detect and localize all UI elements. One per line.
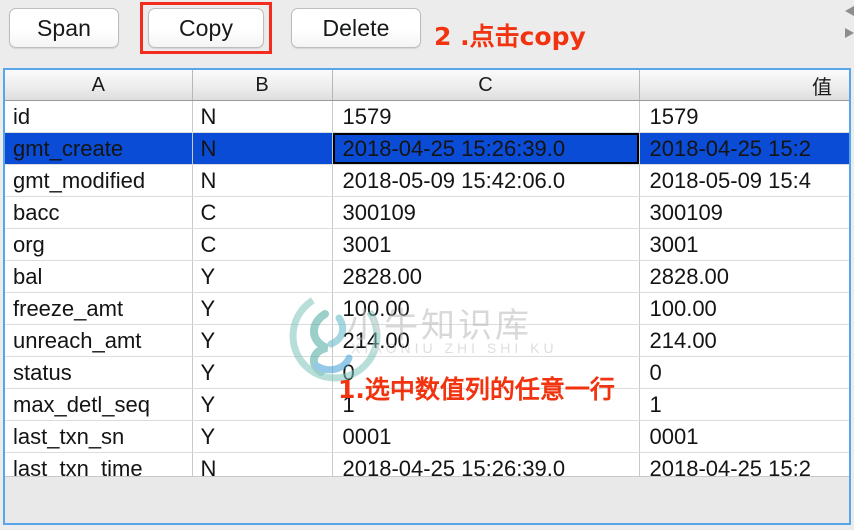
- cell-b[interactable]: N: [192, 132, 333, 165]
- cell-a[interactable]: bacc: [5, 196, 193, 229]
- cell-a[interactable]: org: [5, 228, 193, 261]
- cell-d[interactable]: 2018-05-09 15:4: [639, 164, 849, 197]
- table-row[interactable]: freeze_amt Y 100.00 100.00: [5, 292, 849, 325]
- cell-b[interactable]: N: [192, 100, 333, 133]
- cell-c[interactable]: 0001: [332, 420, 640, 453]
- cell-c[interactable]: 100.00: [332, 292, 640, 325]
- cell-d[interactable]: 1: [639, 388, 849, 421]
- cell-a[interactable]: gmt_create: [5, 132, 193, 165]
- scroll-up-arrow-icon[interactable]: [842, 4, 854, 18]
- cell-b[interactable]: Y: [192, 420, 333, 453]
- cell-b[interactable]: Y: [192, 388, 333, 421]
- column-header-b[interactable]: B: [192, 70, 333, 101]
- table-header-row: A B C 值: [5, 70, 849, 101]
- span-button-label: Span: [36, 14, 92, 41]
- table-row[interactable]: last_txn_sn Y 0001 0001: [5, 420, 849, 453]
- table-row[interactable]: status Y 0 0: [5, 356, 849, 389]
- copy-button[interactable]: Copy: [148, 8, 264, 48]
- cell-d[interactable]: 2828.00: [639, 260, 849, 293]
- cell-c[interactable]: 0: [332, 356, 640, 389]
- copy-button-label: Copy: [178, 14, 234, 41]
- table-row[interactable]: bal Y 2828.00 2828.00: [5, 260, 849, 293]
- table-row[interactable]: gmt_modified N 2018-05-09 15:42:06.0 2018-0…: [5, 164, 849, 197]
- cell-c[interactable]: 214.00: [332, 324, 640, 357]
- cell-c[interactable]: 2018-05-09 15:42:06.0: [332, 164, 640, 197]
- table-row[interactable]: bacc C 300109 300109: [5, 196, 849, 229]
- cell-b[interactable]: Y: [192, 260, 333, 293]
- cell-d[interactable]: 2018-04-25 15:2: [639, 132, 849, 165]
- cell-c[interactable]: 1579: [332, 100, 640, 133]
- cell-d[interactable]: 1579: [639, 100, 849, 133]
- table-row[interactable]: max_detl_seq Y 1 1: [5, 388, 849, 421]
- cell-c[interactable]: 1: [332, 388, 640, 421]
- annotation-step-2: 2 .点击copy: [434, 22, 586, 51]
- cell-a[interactable]: bal: [5, 260, 193, 293]
- cell-a[interactable]: max_detl_seq: [5, 388, 193, 421]
- span-button[interactable]: Span: [9, 8, 119, 48]
- cell-a[interactable]: status: [5, 356, 193, 389]
- cell-b[interactable]: C: [192, 228, 333, 261]
- cell-a[interactable]: id: [5, 100, 193, 133]
- table-row[interactable]: gmt_create N 2018-04-25 15:26:39.0 2018-04-…: [5, 132, 849, 165]
- cell-c[interactable]: 3001: [332, 228, 640, 261]
- focused-cell[interactable]: 2018-04-25 15:26:39.0: [332, 132, 640, 165]
- cell-d[interactable]: 300109: [639, 196, 849, 229]
- cell-d[interactable]: 0: [639, 356, 849, 389]
- table-row[interactable]: id N 1579 1579: [5, 100, 849, 133]
- column-header-a[interactable]: A: [5, 70, 193, 101]
- cell-a[interactable]: freeze_amt: [5, 292, 193, 325]
- cell-b[interactable]: Y: [192, 324, 333, 357]
- grid-empty-area: [5, 476, 849, 523]
- delete-button-label: Delete: [322, 14, 390, 41]
- cell-d[interactable]: 100.00: [639, 292, 849, 325]
- delete-button[interactable]: Delete: [291, 8, 421, 48]
- cell-d[interactable]: 214.00: [639, 324, 849, 357]
- cell-b[interactable]: C: [192, 196, 333, 229]
- table-row[interactable]: org C 3001 3001: [5, 228, 849, 261]
- cell-d[interactable]: 3001: [639, 228, 849, 261]
- scroll-down-arrow-icon[interactable]: [842, 26, 854, 40]
- property-table: A B C 值 id N 1579 1579 gmt_create N 2018-04-25…: [5, 70, 849, 485]
- cell-a[interactable]: gmt_modified: [5, 164, 193, 197]
- column-header-d[interactable]: 值: [639, 70, 849, 101]
- cell-b[interactable]: Y: [192, 292, 333, 325]
- cell-a[interactable]: last_txn_sn: [5, 420, 193, 453]
- cell-c[interactable]: 2828.00: [332, 260, 640, 293]
- toolbar: Span Copy Delete 2 .点击copy: [0, 0, 854, 62]
- column-header-c[interactable]: C: [332, 70, 640, 101]
- cell-b[interactable]: N: [192, 164, 333, 197]
- data-grid-panel[interactable]: A B C 值 id N 1579 1579 gmt_create N 2018-04-25…: [3, 68, 851, 525]
- cell-d[interactable]: 0001: [639, 420, 849, 453]
- cell-b[interactable]: Y: [192, 356, 333, 389]
- cell-a[interactable]: unreach_amt: [5, 324, 193, 357]
- cell-c[interactable]: 300109: [332, 196, 640, 229]
- scroll-arrow-group: [840, 2, 854, 48]
- table-row[interactable]: unreach_amt Y 214.00 214.00: [5, 324, 849, 357]
